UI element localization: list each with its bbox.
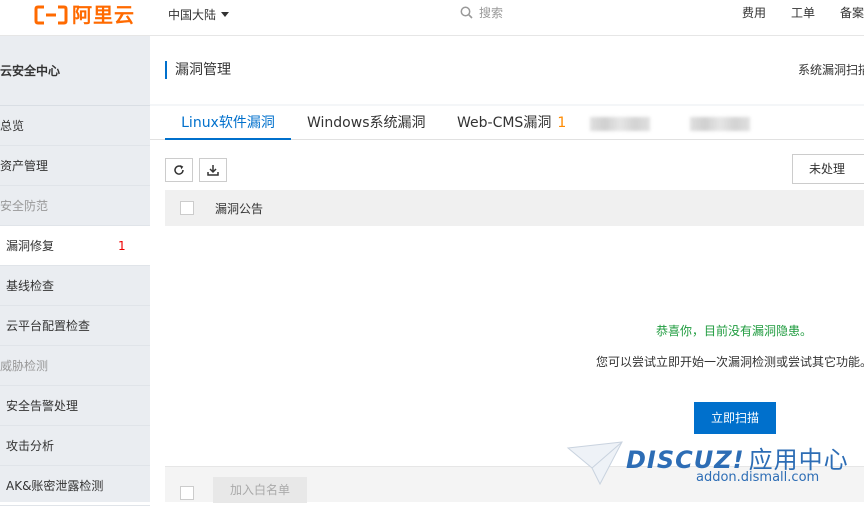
sidebar-item-label: 漏洞修复 xyxy=(6,239,55,253)
search-placeholder: 搜索 xyxy=(479,6,504,20)
vuln-count-badge: 1 xyxy=(118,239,126,253)
add-whitelist-button[interactable]: 加入白名单 xyxy=(213,477,307,503)
refresh-button[interactable] xyxy=(165,158,193,182)
search-box[interactable]: 搜索 xyxy=(460,4,503,21)
paper-plane-icon xyxy=(566,441,623,486)
top-navbar: 阿里云 中国大陆 搜索 费用 工单 备案 xyxy=(0,0,864,36)
nav-link-ticket[interactable]: 工单 xyxy=(791,4,815,21)
watermark-url: addon.dismall.com xyxy=(696,470,820,485)
sidebar-group-protection: 安全防范 xyxy=(0,186,150,226)
empty-state-hint: 您可以尝试立即开始一次漏洞检测或尝试其它功能。 xyxy=(596,355,864,369)
sidebar-item-alerts[interactable]: 安全告警处理 xyxy=(0,386,150,426)
scan-now-button[interactable]: 立即扫描 xyxy=(694,402,776,434)
vuln-tabs: Linux软件漏洞 Windows系统漏洞 Web-CMS漏洞 1 xyxy=(150,106,864,140)
brand-name: 阿里云 xyxy=(72,3,135,27)
table-header: 漏洞公告 xyxy=(165,190,864,226)
sidebar-item-baseline[interactable]: 基线检查 xyxy=(0,266,150,306)
tab-windows[interactable]: Windows系统漏洞 xyxy=(307,106,426,140)
region-selector[interactable]: 中国大陆 xyxy=(168,6,230,23)
refresh-icon xyxy=(174,165,184,175)
tab-linux[interactable]: Linux软件漏洞 xyxy=(165,106,291,140)
title-accent-bar xyxy=(165,61,167,79)
select-all-checkbox[interactable] xyxy=(180,201,194,215)
search-icon xyxy=(460,6,473,19)
sidebar-item-label: 云平台配置检查 xyxy=(6,319,91,333)
sidebar-item-vuln-fix[interactable]: 漏洞修复 1 xyxy=(0,226,150,266)
sidebar-item-label: 安全告警处理 xyxy=(6,399,79,413)
sidebar-item-cloud-config[interactable]: 云平台配置检查 xyxy=(0,306,150,346)
status-filter-select[interactable]: 未处理 xyxy=(792,154,864,184)
sidebar-group-threat: 威胁检测 xyxy=(0,346,150,386)
blurred-tab[interactable] xyxy=(690,117,750,131)
watermark: DISCUZ! 应用中心 addon.dismall.com xyxy=(566,436,864,502)
sidebar-item-label: 攻击分析 xyxy=(6,439,55,453)
scan-settings-link[interactable]: 系统漏洞扫描 xyxy=(798,61,864,79)
tab-label: Linux软件漏洞 xyxy=(181,115,275,131)
sidebar-item-label: 基线检查 xyxy=(6,279,55,293)
nav-link-icp[interactable]: 备案 xyxy=(840,4,864,21)
sidebar-item-attack-analysis[interactable]: 攻击分析 xyxy=(0,426,150,466)
column-header-announcement: 漏洞公告 xyxy=(215,202,264,216)
sidebar-title: 云安全中心 xyxy=(0,36,150,106)
nav-link-billing[interactable]: 费用 xyxy=(742,4,766,21)
sidebar-group-label: 安全防范 xyxy=(0,199,49,213)
aliyun-logo[interactable]: 阿里云 xyxy=(34,3,135,27)
export-button[interactable] xyxy=(199,158,227,182)
download-icon xyxy=(207,165,219,176)
empty-state-congrats: 恭喜你，目前没有漏洞隐患。 xyxy=(656,324,813,338)
page-title: 漏洞管理 xyxy=(175,62,231,78)
tab-badge: 1 xyxy=(557,115,567,131)
sidebar-item-label: 资产管理 xyxy=(0,159,49,173)
page-header: 漏洞管理 系统漏洞扫描 xyxy=(150,36,864,104)
caret-down-icon xyxy=(221,12,230,17)
status-filter-value: 未处理 xyxy=(809,162,846,176)
footer-select-checkbox[interactable] xyxy=(180,486,194,500)
blurred-tab[interactable] xyxy=(590,117,650,131)
aliyun-logo-icon xyxy=(34,5,68,25)
sidebar-item-ak-leak[interactable]: AK&账密泄露检测 xyxy=(0,466,150,506)
sidebar-item-assets[interactable]: 资产管理 xyxy=(0,146,150,186)
tab-label: Windows系统漏洞 xyxy=(307,115,426,131)
sidebar-item-label: AK&账密泄露检测 xyxy=(6,479,104,493)
sidebar: 云安全中心 总览 资产管理 安全防范 漏洞修复 1 基线检查 云平台配置检查 威胁… xyxy=(0,36,150,506)
main-content: 漏洞管理 系统漏洞扫描 Linux软件漏洞 Windows系统漏洞 Web-CM… xyxy=(150,36,864,503)
sidebar-item-overview[interactable]: 总览 xyxy=(0,106,150,146)
sidebar-item-label: 总览 xyxy=(0,119,25,133)
sidebar-group-label: 威胁检测 xyxy=(0,359,49,373)
tab-web-cms[interactable]: Web-CMS漏洞 1 xyxy=(457,106,566,140)
region-label: 中国大陆 xyxy=(168,8,217,22)
tab-label: Web-CMS漏洞 xyxy=(457,115,552,131)
